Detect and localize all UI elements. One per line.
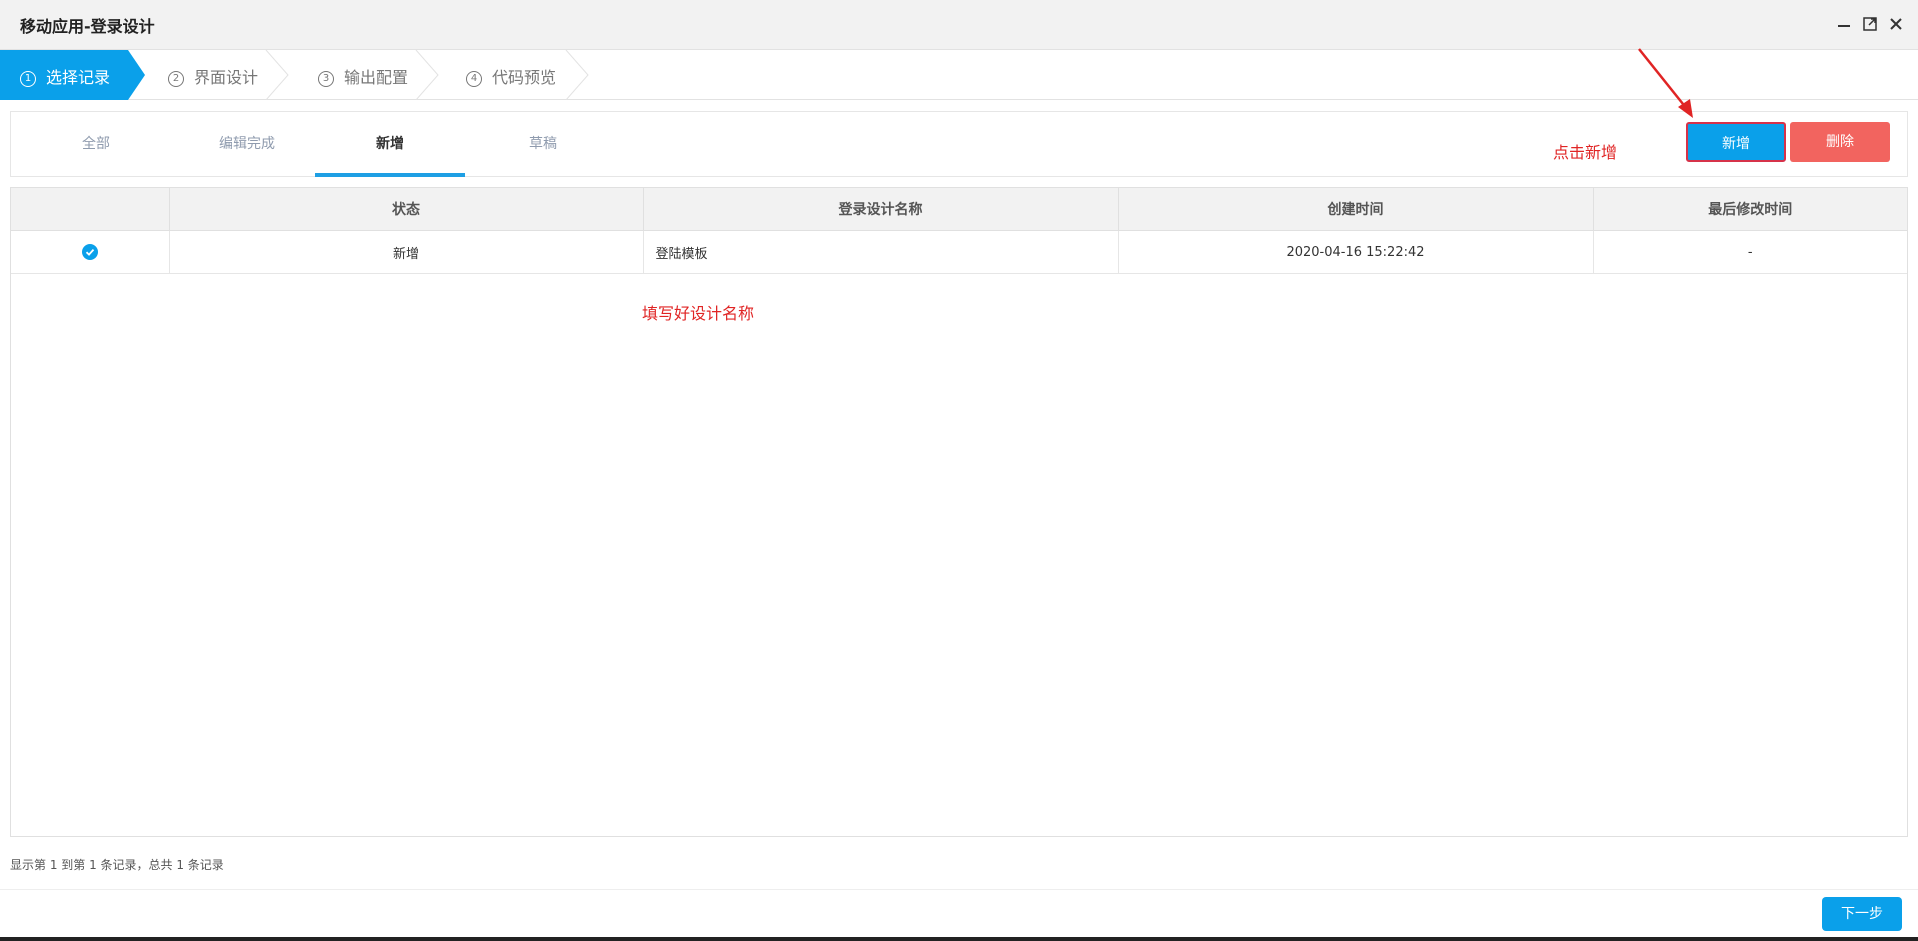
- close-icon[interactable]: [1886, 14, 1906, 34]
- tab-new[interactable]: 新增: [315, 112, 465, 177]
- bottom-edge-bar: [0, 937, 1918, 941]
- next-step-button[interactable]: 下一步: [1822, 897, 1902, 931]
- tab-all[interactable]: 全部: [21, 112, 171, 176]
- step-number: 1: [20, 71, 36, 87]
- tab-edit-done[interactable]: 编辑完成: [172, 112, 322, 176]
- step-2[interactable]: 2 界面设计: [148, 50, 298, 100]
- step-3[interactable]: 3 输出配置: [298, 50, 448, 100]
- window-titlebar: 移动应用-登录设计: [0, 0, 1918, 50]
- records-table: 状态 登录设计名称 创建时间 最后修改时间 新增 登陆模板 2020-04-16…: [10, 187, 1908, 837]
- add-button[interactable]: 新增: [1686, 122, 1786, 162]
- status-cell: 新增: [169, 230, 644, 274]
- filter-tabs: 全部 编辑完成 新增 草稿: [10, 111, 1908, 177]
- checked-circle-icon[interactable]: [81, 244, 98, 260]
- maximize-icon[interactable]: [1860, 14, 1880, 34]
- step-1[interactable]: 1 选择记录: [0, 50, 150, 100]
- step-label: 界面设计: [194, 68, 259, 87]
- column-header-created[interactable]: 创建时间: [1118, 188, 1594, 231]
- step-number: 2: [168, 71, 184, 87]
- column-header-name[interactable]: 登录设计名称: [643, 188, 1119, 231]
- column-header-select: [11, 188, 170, 231]
- tab-draft[interactable]: 草稿: [468, 112, 618, 176]
- column-header-status[interactable]: 状态: [169, 188, 644, 231]
- pagination-info: 显示第 1 到第 1 条记录，总共 1 条记录: [10, 858, 224, 872]
- footer-divider: [0, 889, 1918, 890]
- minimize-icon[interactable]: [1834, 14, 1854, 34]
- step-number: 4: [466, 71, 482, 87]
- row-select-cell[interactable]: [11, 230, 170, 274]
- design-name-cell: 登陆模板: [643, 230, 1119, 274]
- step-number: 3: [318, 71, 334, 87]
- table-row[interactable]: 新增 登陆模板 2020-04-16 15:22:42 -: [11, 230, 1907, 274]
- annotation-arrow-icon: [1638, 48, 1693, 118]
- annotation-click-add: 点击新增: [1553, 143, 1618, 162]
- table-header-row: 状态 登录设计名称 创建时间 最后修改时间: [11, 188, 1907, 231]
- annotation-fill-name: 填写好设计名称: [642, 304, 755, 323]
- step-label: 选择记录: [46, 68, 111, 87]
- step-label: 输出配置: [344, 68, 409, 87]
- window-title: 移动应用-登录设计: [20, 17, 155, 36]
- created-time-cell: 2020-04-16 15:22:42: [1118, 230, 1594, 274]
- modified-time-cell: -: [1593, 230, 1907, 274]
- column-header-modified[interactable]: 最后修改时间: [1593, 188, 1907, 231]
- step-4[interactable]: 4 代码预览: [448, 50, 598, 100]
- delete-button[interactable]: 删除: [1790, 122, 1890, 162]
- step-label: 代码预览: [492, 68, 557, 87]
